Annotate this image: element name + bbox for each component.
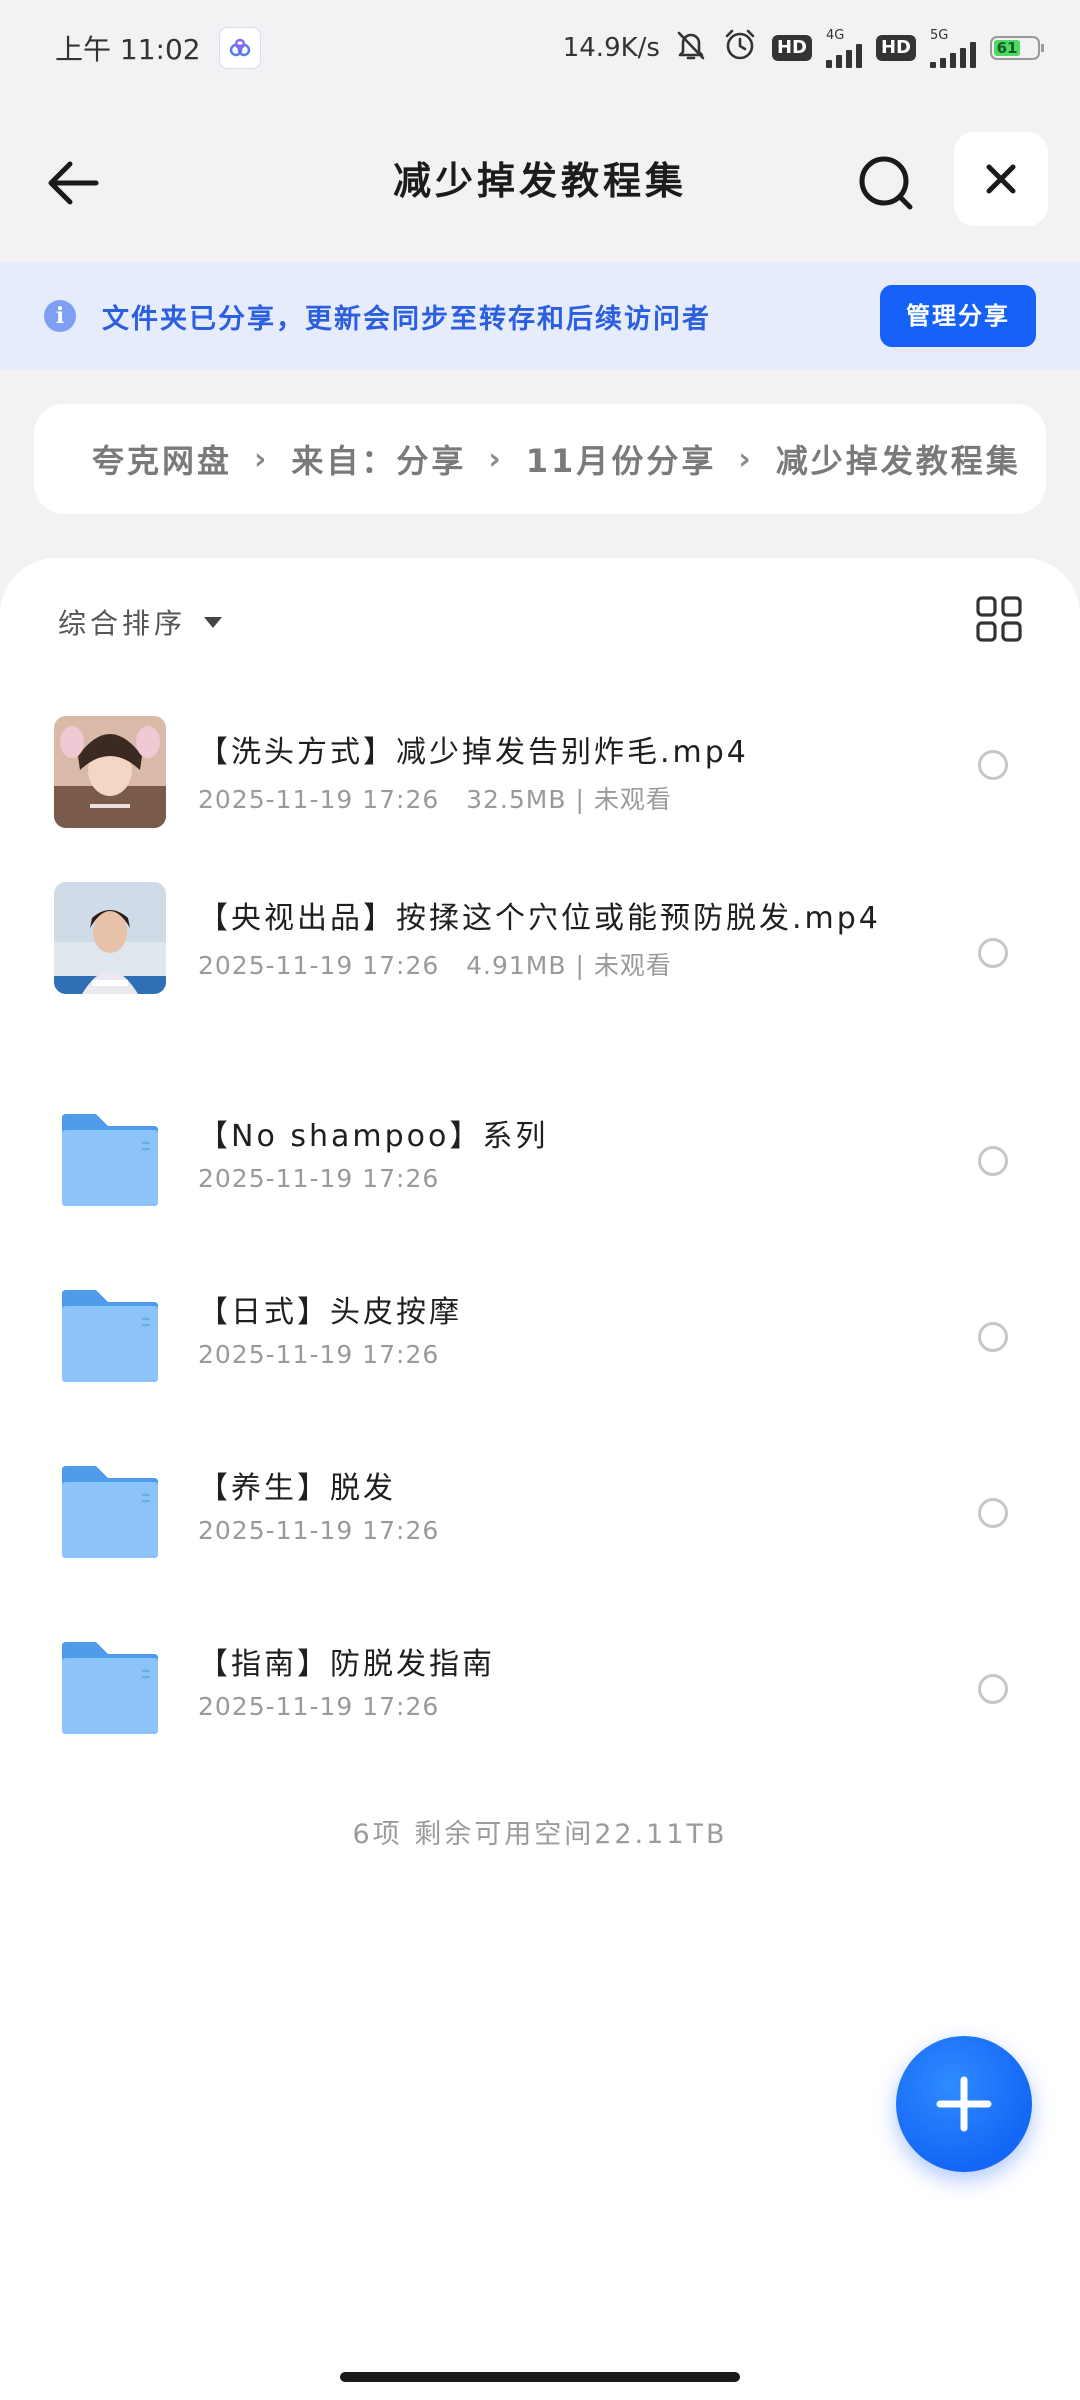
network-type-2: 5G — [930, 27, 949, 43]
file-meta: 2025-11-19 17:26 32.5MB | 未观看 — [198, 785, 672, 814]
chevron-right-icon: › — [488, 441, 504, 477]
folder-icon — [58, 1112, 162, 1208]
breadcrumb: 夸克网盘 › 来自：分享 › 11月份分享 › 减少掉发教程集 — [34, 404, 1046, 514]
battery-icon: 61 — [990, 36, 1044, 60]
select-radio[interactable] — [978, 1498, 1008, 1528]
info-icon: i — [44, 300, 76, 332]
folder-name: 【日式】头皮按摩 — [198, 1295, 462, 1330]
file-name: 【洗头方式】减少掉发告别炸毛.mp4 — [198, 735, 749, 770]
file-name: 【央视出品】按揉这个穴位或能预防脱发.mp4 — [198, 901, 881, 936]
signal-icon-2 — [930, 41, 976, 68]
video-thumbnail — [54, 716, 166, 828]
folder-date: 2025-11-19 17:26 — [198, 1516, 440, 1545]
grid-view-button[interactable] — [974, 594, 1024, 644]
status-time: 上午 11:02 — [55, 33, 201, 66]
battery-level: 61 — [994, 39, 1021, 57]
alarm-icon — [722, 27, 758, 70]
hd-badge: HD — [771, 35, 812, 61]
select-radio[interactable] — [978, 1146, 1008, 1176]
video-thumbnail — [54, 882, 166, 994]
select-radio[interactable] — [978, 1674, 1008, 1704]
search-button[interactable] — [852, 148, 922, 218]
add-button[interactable] — [896, 2036, 1032, 2172]
plus-icon — [936, 2076, 992, 2132]
select-radio[interactable] — [978, 1322, 1008, 1352]
chevron-right-icon: › — [254, 441, 270, 477]
share-banner: i 文件夹已分享，更新会同步至转存和后续访问者 管理分享 — [0, 262, 1080, 370]
grid-view-icon — [976, 596, 1022, 642]
file-meta: 2025-11-19 17:26 4.91MB | 未观看 — [198, 951, 672, 980]
list-item[interactable]: 【洗头方式】减少掉发告别炸毛.mp4 2025-11-19 17:26 32.5… — [0, 688, 1080, 872]
network-speed: 14.9K/s — [562, 33, 660, 63]
breadcrumb-item-month[interactable]: 11月份分享 — [526, 436, 717, 482]
list-item[interactable]: 【养生】脱发 2025-11-19 17:26 — [0, 1436, 1080, 1612]
chevron-right-icon: › — [738, 441, 754, 477]
list-item[interactable]: 【No shampoo】系列 2025-11-19 17:26 — [0, 1084, 1080, 1260]
search-icon — [859, 156, 913, 210]
sort-dropdown[interactable]: 综合排序 — [58, 602, 223, 642]
caret-down-icon — [204, 616, 223, 628]
folder-icon — [58, 1288, 162, 1384]
select-radio[interactable] — [978, 938, 1008, 968]
app-notification-icon — [218, 27, 261, 69]
storage-summary: 6项 剩余可用空间22.11TB — [352, 1819, 728, 1850]
folder-name: 【指南】防脱发指南 — [198, 1647, 495, 1682]
folder-date: 2025-11-19 17:26 — [198, 1340, 440, 1369]
network-type: 4G — [825, 27, 845, 43]
close-button[interactable] — [954, 132, 1048, 226]
share-banner-text: 文件夹已分享，更新会同步至转存和后续访问者 — [102, 303, 711, 335]
mute-bell-icon — [674, 28, 708, 69]
breadcrumb-item-root[interactable]: 夸克网盘 — [92, 436, 232, 482]
sort-label: 综合排序 — [58, 607, 187, 640]
select-radio[interactable] — [978, 750, 1008, 780]
status-bar: 上午 11:02 14.9K/s HD 4G HD 5G 61 — [0, 0, 1080, 96]
folder-name: 【No shampoo】系列 — [198, 1119, 549, 1154]
list-item[interactable]: 【指南】防脱发指南 2025-11-19 17:26 — [0, 1612, 1080, 1788]
folder-icon — [58, 1640, 162, 1736]
list-item[interactable]: 【央视出品】按揉这个穴位或能预防脱发.mp4 2025-11-19 17:26 … — [0, 872, 1080, 1084]
hd-badge-2: HD — [875, 35, 916, 61]
home-indicator[interactable] — [340, 2372, 740, 2382]
breadcrumb-item-share[interactable]: 来自：分享 — [291, 436, 466, 482]
folder-icon — [58, 1464, 162, 1560]
breadcrumb-item-current: 减少掉发教程集 — [775, 442, 1021, 480]
header: 减少掉发教程集 — [0, 130, 1080, 230]
manage-share-button[interactable]: 管理分享 — [880, 285, 1036, 347]
signal-icon — [825, 42, 862, 68]
list-item[interactable]: 【日式】头皮按摩 2025-11-19 17:26 — [0, 1260, 1080, 1436]
folder-date: 2025-11-19 17:26 — [198, 1164, 440, 1193]
close-icon — [986, 164, 1016, 194]
file-list: 【洗头方式】减少掉发告别炸毛.mp4 2025-11-19 17:26 32.5… — [0, 688, 1080, 1788]
folder-date: 2025-11-19 17:26 — [198, 1692, 440, 1721]
folder-name: 【养生】脱发 — [198, 1471, 396, 1506]
